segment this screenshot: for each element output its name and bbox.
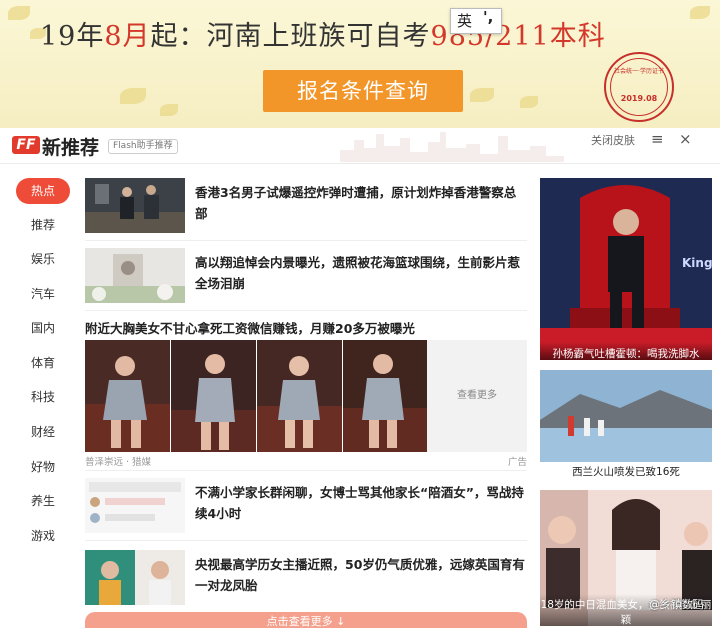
divider xyxy=(85,240,527,241)
news-photo-icon xyxy=(85,478,185,533)
featured-card[interactable]: 孙杨霸气吐槽霍顿：喝我洗脚水 King xyxy=(540,178,712,360)
stamp-ring xyxy=(610,58,668,116)
leaf-decoration xyxy=(520,96,538,108)
news-item[interactable]: 央视最高学历女主播近照，50岁仍气质优雅，远嫁英国育有一对龙凤胎 xyxy=(85,550,527,612)
divider xyxy=(85,540,527,541)
ad-image[interactable] xyxy=(85,340,170,452)
see-more-button[interactable]: 查看更多 xyxy=(427,340,527,452)
news-photo-icon xyxy=(85,248,185,303)
card-caption[interactable]: 西兰火山喷发已致16死 xyxy=(540,464,712,479)
ime-status-bar[interactable]: 英 ', xyxy=(450,8,502,34)
leaf-decoration xyxy=(690,6,710,19)
headline-year: 19年 xyxy=(40,21,105,52)
card-caption[interactable]: 孙杨霸气吐槽霍顿：喝我洗脚水 xyxy=(540,342,712,360)
nav-item-goods[interactable]: 好物 xyxy=(16,454,70,480)
load-more-button[interactable]: 点击查看更多 ↓ xyxy=(85,612,527,628)
nav-item-auto[interactable]: 汽车 xyxy=(16,281,70,307)
skyline-icon xyxy=(340,132,564,162)
divider xyxy=(85,310,527,311)
stamp-date: 2019.08 xyxy=(620,94,658,103)
close-skin-link[interactable]: 关闭皮肤 xyxy=(591,132,635,148)
ad-photo-icon xyxy=(171,340,256,452)
ad-photo-icon xyxy=(343,340,428,452)
ad-source: 普泽崇远 · 猎媒 xyxy=(85,457,152,468)
ad-meta: 普泽崇远 · 猎媒 广告 xyxy=(85,454,527,468)
news-title[interactable]: 央视最高学历女主播近照，50岁仍气质优雅，远嫁英国育有一对龙凤胎 xyxy=(195,554,525,596)
volcano-photo-icon xyxy=(540,370,712,462)
menu-icon[interactable]: ≡ xyxy=(651,130,664,148)
ad-photo-icon xyxy=(85,340,170,452)
page: 19年8月起：河南上班族可自考985/211本科 报名条件查询 社会统一·学历证… xyxy=(0,0,720,628)
leaf-decoration xyxy=(8,6,30,20)
header-bar: FF 新推荐 Flash助手推荐 关闭皮肤 ≡ × xyxy=(0,128,720,164)
ime-language-toggle[interactable]: 英 xyxy=(457,9,472,33)
headline-body: 起：河南上班族可自考 xyxy=(150,21,431,52)
nav-item-finance[interactable]: 财经 xyxy=(16,419,70,445)
headline-month: 8月 xyxy=(104,21,151,52)
ad-label: 广告 xyxy=(507,457,527,468)
nav-item-entertainment[interactable]: 娱乐 xyxy=(16,246,70,272)
news-thumbnail[interactable] xyxy=(85,478,185,533)
leaf-decoration xyxy=(120,88,146,104)
logo-title: 新推荐 xyxy=(42,137,100,159)
nav-item-hot[interactable]: 热点 xyxy=(16,178,70,204)
ad-image[interactable] xyxy=(257,340,342,452)
nav-item-sports[interactable]: 体育 xyxy=(16,350,70,376)
ad-gallery[interactable]: 查看更多 xyxy=(85,340,527,452)
flash-helper-tag[interactable]: Flash助手推荐 xyxy=(108,139,178,154)
news-item[interactable]: 香港3名男子试爆遥控炸弹时遭捕，原计划炸掉香港警察总部 xyxy=(85,178,527,240)
ime-punctuation-toggle[interactable]: ', xyxy=(483,5,493,29)
banner-headline: 19年8月起：河南上班族可自考985/211本科 xyxy=(40,14,606,53)
ad-title[interactable]: 附近大胸美女不甘心拿死工资微信赚钱，月赚20多万被曝光 xyxy=(85,318,527,337)
query-conditions-button[interactable]: 报名条件查询 xyxy=(263,70,463,112)
nav-item-games[interactable]: 游戏 xyxy=(16,523,70,549)
news-title[interactable]: 高以翔追悼会内景曝光，遗照被花海篮球围绕，生前影片惹全场泪崩 xyxy=(195,252,525,294)
news-item[interactable]: 高以翔追悼会内景曝光，遗照被花海篮球围绕，生前影片惹全场泪崩 xyxy=(85,248,527,310)
leaf-decoration xyxy=(470,88,494,102)
ad-photo-icon xyxy=(257,340,342,452)
seal-stamp: 社会统一·学历证书 2019.08 xyxy=(604,52,674,122)
news-photo-icon xyxy=(85,550,185,605)
news-title[interactable]: 不满小学家长群闲聊，女博士骂其他家长“陪酒女”，骂战持续4小时 xyxy=(195,482,525,524)
featured-card[interactable]: 西兰火山喷发已致16死 xyxy=(540,370,712,480)
news-photo-icon xyxy=(85,178,185,233)
watermark: @乡镇数码 xyxy=(649,598,704,611)
news-thumbnail[interactable] xyxy=(85,550,185,605)
news-item[interactable]: 不满小学家长群闲聊，女博士骂其他家长“陪酒女”，骂战持续4小时 xyxy=(85,478,527,540)
nav-item-health[interactable]: 养生 xyxy=(16,488,70,514)
ad-image[interactable] xyxy=(343,340,428,452)
news-thumbnail[interactable] xyxy=(85,248,185,303)
close-icon[interactable]: × xyxy=(679,130,692,148)
nav-item-recommend[interactable]: 推荐 xyxy=(16,212,70,238)
logo-badge: FF xyxy=(12,136,40,154)
nav-item-tech[interactable]: 科技 xyxy=(16,384,70,410)
ad-image[interactable] xyxy=(171,340,256,452)
stamp-text: 社会统一·学历证书 xyxy=(614,68,664,75)
divider xyxy=(85,470,527,471)
news-title[interactable]: 香港3名男子试爆遥控炸弹时遭捕，原计划炸掉香港警察总部 xyxy=(195,182,525,224)
nav-item-domestic[interactable]: 国内 xyxy=(16,315,70,341)
leaf-decoration xyxy=(160,104,178,116)
top-banner-ad[interactable]: 19年8月起：河南上班族可自考985/211本科 报名条件查询 社会统一·学历证… xyxy=(0,0,720,128)
news-thumbnail[interactable] xyxy=(85,178,185,233)
sign-text: King xyxy=(682,256,712,270)
